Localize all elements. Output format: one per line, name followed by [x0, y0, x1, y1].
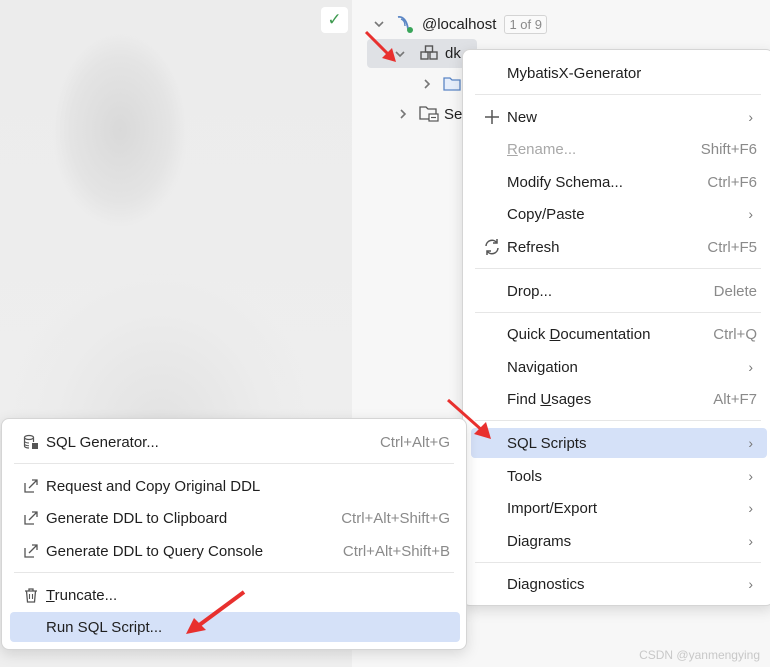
host-label: @localhost	[422, 15, 497, 33]
menu-item-mybatisx-generator[interactable]: MybatisX-Generator	[471, 58, 767, 88]
annotation-arrow	[186, 590, 246, 634]
menu-item-quick-documentation[interactable]: Quick Documentation Ctrl+Q	[471, 319, 767, 349]
submenu-item-generate-ddl-console[interactable]: Generate DDL to Query Console Ctrl+Alt+S…	[10, 536, 460, 566]
external-link-icon	[20, 543, 42, 559]
menu-separator	[475, 562, 761, 563]
menu-separator	[14, 463, 454, 464]
menu-item-diagnostics[interactable]: Diagnostics ›	[471, 569, 767, 599]
submenu-item-generate-ddl-clipboard[interactable]: Generate DDL to Clipboard Ctrl+Alt+Shift…	[10, 503, 460, 533]
submenu-item-sql-generator[interactable]: SQL Generator... Ctrl+Alt+G	[10, 427, 460, 457]
menu-separator	[475, 94, 761, 95]
folder2-label: Se	[444, 105, 463, 123]
menu-item-navigation[interactable]: Navigation ›	[471, 352, 767, 382]
menu-separator	[475, 312, 761, 313]
chevron-right-icon[interactable]	[420, 77, 434, 91]
plus-icon	[481, 109, 503, 125]
count-badge[interactable]: 1 of 9	[504, 14, 547, 34]
chevron-right-icon: ›	[748, 359, 753, 375]
submenu-item-request-copy-ddl[interactable]: Request and Copy Original DDL	[10, 471, 460, 501]
watermark: CSDN @yanmengying	[639, 648, 760, 662]
menu-item-diagrams[interactable]: Diagrams ›	[471, 526, 767, 556]
menu-separator	[475, 268, 761, 269]
context-menu: MybatisX-Generator New › Rename... Shift…	[462, 49, 770, 606]
chevron-right-icon: ›	[748, 500, 753, 516]
menu-item-drop[interactable]: Drop... Delete	[471, 276, 767, 306]
menu-item-find-usages[interactable]: Find Usages Alt+F7	[471, 384, 767, 414]
menu-item-sql-scripts[interactable]: SQL Scripts ›	[471, 428, 767, 458]
server-folder-icon	[419, 106, 439, 122]
menu-item-modify-schema[interactable]: Modify Schema... Ctrl+F6	[471, 167, 767, 197]
schema-icon	[420, 44, 438, 60]
external-link-icon	[20, 510, 42, 526]
menu-item-import-export[interactable]: Import/Export ›	[471, 493, 767, 523]
tree-node-folder[interactable]	[420, 70, 462, 98]
chevron-right-icon: ›	[748, 576, 753, 592]
chevron-right-icon: ›	[748, 206, 753, 222]
chevron-right-icon: ›	[748, 533, 753, 549]
menu-item-copy-paste[interactable]: Copy/Paste ›	[471, 199, 767, 229]
check-icon[interactable]: ✓	[321, 7, 348, 33]
refresh-icon	[481, 238, 503, 256]
menu-separator	[475, 420, 761, 421]
folder-icon	[443, 77, 461, 91]
menu-item-tools[interactable]: Tools ›	[471, 461, 767, 491]
chevron-right-icon: ›	[748, 435, 753, 451]
db-label: dk	[445, 45, 461, 62]
tree-node-server-objects[interactable]: Se	[396, 100, 462, 128]
trash-icon	[20, 587, 42, 603]
menu-item-new[interactable]: New ›	[471, 102, 767, 132]
chevron-right-icon: ›	[748, 109, 753, 125]
menu-item-refresh[interactable]: Refresh Ctrl+F5	[471, 232, 767, 262]
database-icon	[20, 434, 42, 450]
external-link-icon	[20, 478, 42, 494]
chevron-right-icon: ›	[748, 468, 753, 484]
annotation-arrow	[447, 398, 491, 439]
menu-item-rename[interactable]: Rename... Shift+F6	[471, 134, 767, 164]
chevron-right-icon[interactable]	[396, 107, 410, 121]
menu-separator	[14, 572, 454, 573]
annotation-arrow	[364, 30, 396, 62]
